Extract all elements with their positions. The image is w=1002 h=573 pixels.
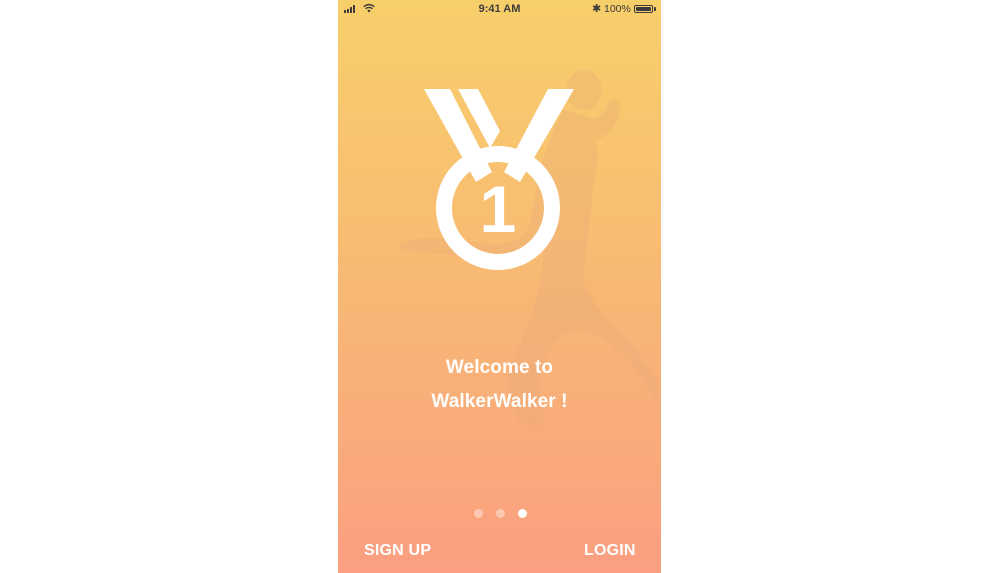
login-button[interactable]: LOGIN (584, 542, 636, 560)
battery-percent: 100% (604, 3, 631, 15)
pagination-dot[interactable] (474, 509, 483, 518)
battery-tip (654, 7, 656, 11)
sign-up-button[interactable]: SIGN UP (364, 542, 431, 560)
pagination-dot[interactable] (496, 509, 505, 518)
battery-icon (634, 5, 653, 13)
medal-number: 1 (480, 172, 517, 246)
medal-icon: 1 (424, 89, 574, 270)
welcome-line-1: Welcome to (445, 357, 554, 378)
status-bar: 9:41 AM ✱ 100% (338, 0, 661, 18)
phone-screen: 9:41 AM ✱ 100% 1 Welcome to WalkerWalker… (338, 0, 661, 573)
pagination-dots (474, 509, 527, 518)
pagination-dot[interactable] (518, 509, 527, 518)
bluetooth-icon: ✱ (592, 3, 602, 15)
welcome-line-2: WalkerWalker ! (431, 391, 568, 412)
